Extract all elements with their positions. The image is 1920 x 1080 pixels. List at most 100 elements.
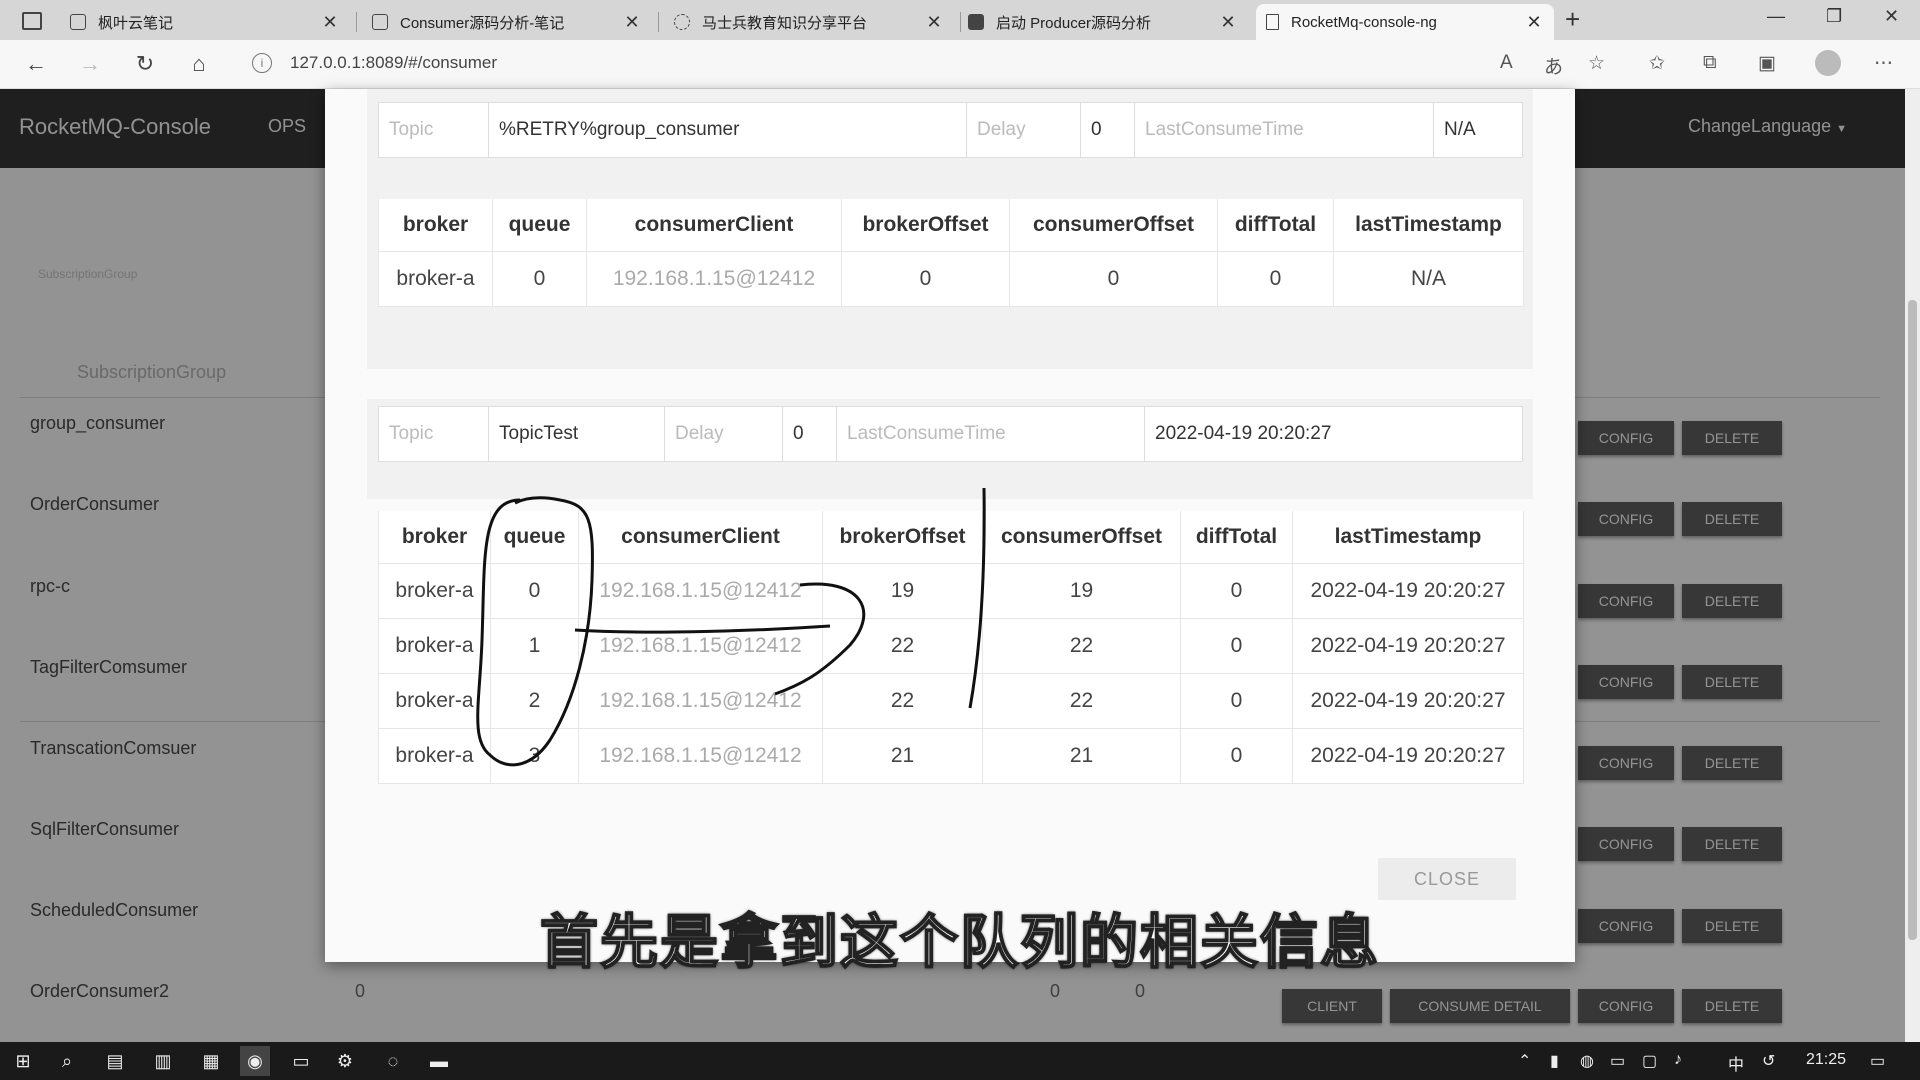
queue-cell: 0 [492,251,587,307]
search-icon[interactable]: ⌕ [52,1046,82,1076]
app-icon[interactable]: ◌ [378,1046,408,1076]
table-row: broker-a 2 192.168.1.15@12412 22 22 0 20… [378,673,1524,729]
tray-expand-icon[interactable]: ⌃ [1518,1051,1531,1071]
screenshot-icon[interactable]: ▣ [1758,52,1776,75]
broker-cell: broker-a [378,563,491,619]
tab-title: 马士兵教育知识分享平台 [702,14,868,32]
battery-icon[interactable]: ▭ [1610,1051,1625,1071]
consumer-offset-cell: 0 [1009,251,1218,307]
file-explorer-icon[interactable]: ▭ [286,1046,316,1076]
table-row: broker-a 1 192.168.1.15@12412 22 22 0 20… [378,618,1524,674]
favorites-icon[interactable]: ✩ [1649,52,1665,75]
col-consumer-client: consumerClient [586,199,842,252]
app-icon[interactable]: ▦ [196,1046,226,1076]
col-broker: broker [378,199,493,252]
consumer-offset-cell: 21 [982,728,1181,784]
network-icon[interactable]: ◍ [1580,1051,1594,1071]
tab-divider [658,12,659,32]
back-icon[interactable]: ← [20,48,52,80]
volume-icon[interactable]: ♪ [1674,1051,1682,1069]
col-consumer-offset: consumerOffset [1009,199,1218,252]
queue-cell: 3 [490,728,579,784]
sync-icon[interactable]: ↺ [1762,1051,1775,1071]
broker-offset-cell: 19 [822,563,983,619]
translate-icon[interactable]: あ [1544,52,1563,79]
diff-total-cell: 0 [1180,618,1293,674]
url-field[interactable]: 127.0.0.1:8089/#/consumer [290,53,497,73]
browser-tab-2[interactable]: Consumer源码分析-笔记 ✕ [362,4,652,40]
profile-avatar[interactable] [1815,50,1841,76]
delay-value: 0 [1081,103,1135,157]
app-icon[interactable]: ▥ [148,1046,178,1076]
close-tab-icon[interactable]: ✕ [320,12,340,33]
diff-total-cell: 0 [1180,728,1293,784]
consumer-offset-cell: 19 [982,563,1181,619]
broker-offset-cell: 22 [822,673,983,729]
col-queue: queue [490,511,579,564]
note-app-icon [70,14,86,30]
read-aloud-icon[interactable]: A [1500,52,1513,74]
last-timestamp-cell: 2022-04-19 20:20:27 [1292,618,1524,674]
new-tab-button[interactable]: + [1565,4,1580,35]
refresh-icon[interactable]: ↻ [129,48,161,80]
forward-icon[interactable]: → [74,48,106,80]
browser-tab-1[interactable]: 枫叶云笔记 ✕ [60,4,350,40]
close-tab-icon[interactable]: ✕ [924,12,944,33]
tab-title: 启动 Producer源码分析 [996,14,1152,32]
table-row: broker-a 0 192.168.1.15@12412 19 19 0 20… [378,563,1524,619]
tab-actions-icon[interactable] [22,12,42,30]
last-consume-time-value: 2022-04-19 20:20:27 [1155,423,1332,444]
restore-icon[interactable]: ❐ [1826,6,1842,27]
last-timestamp-cell: N/A [1333,251,1524,307]
table-header-row: broker queue consumerClient brokerOffset… [378,511,1524,564]
app-icon[interactable]: ▤ [100,1046,130,1076]
consumer-client-cell: 192.168.1.15@12412 [578,673,823,729]
last-timestamp-cell: 2022-04-19 20:20:27 [1292,728,1524,784]
diff-total-cell: 0 [1180,563,1293,619]
broker-cell: broker-a [378,673,491,729]
scrollbar-thumb[interactable] [1908,300,1917,940]
home-icon[interactable]: ⌂ [183,48,215,80]
queue-cell: 0 [490,563,579,619]
col-diff-total: diffTotal [1180,511,1293,564]
broker-offset-cell: 21 [822,728,983,784]
add-favorite-icon[interactable]: ☆ [1588,52,1605,75]
browser-tab-4[interactable]: 启动 Producer源码分析 ✕ [958,4,1248,40]
queue-table: broker queue consumerClient brokerOffset… [378,511,1524,784]
broker-offset-cell: 22 [822,618,983,674]
terminal-icon[interactable]: ▬ [424,1046,454,1076]
start-icon[interactable]: ⊞ [8,1046,38,1076]
more-icon[interactable]: ⋯ [1874,52,1893,75]
site-info-icon[interactable]: i [252,53,272,73]
ime-indicator[interactable]: 中 [1728,1051,1744,1075]
note-app-icon [372,14,388,30]
tab-title: RocketMq-console-ng [1291,13,1437,31]
close-tab-icon[interactable]: ✕ [622,12,642,33]
settings-icon[interactable]: ⚙ [330,1046,360,1076]
consumer-client-cell: 192.168.1.15@12412 [578,563,823,619]
microphone-icon[interactable]: ▮ [1550,1051,1559,1071]
col-broker: broker [378,511,491,564]
diff-total-cell: 0 [1217,251,1334,307]
diff-total-cell: 0 [1180,673,1293,729]
close-tab-icon[interactable]: ✕ [1524,12,1544,33]
last-consume-time-label: LastConsumeTime [837,407,1145,461]
browser-tab-strip: 枫叶云笔记 ✕ Consumer源码分析-笔记 ✕ 马士兵教育知识分享平台 ✕ … [0,0,1920,40]
col-consumer-offset: consumerOffset [982,511,1181,564]
collections-icon[interactable]: ⧉ [1703,52,1717,74]
page-icon [1266,14,1279,30]
col-queue: queue [492,199,587,252]
table-row: broker-a 3 192.168.1.15@12412 21 21 0 20… [378,728,1524,784]
taskbar-clock[interactable]: 21:25 [1806,1051,1846,1069]
close-tab-icon[interactable]: ✕ [1218,12,1238,33]
window-close-icon[interactable]: ✕ [1884,6,1899,27]
browser-tab-3[interactable]: 马士兵教育知识分享平台 ✕ [664,4,954,40]
browser-tab-active[interactable]: RocketMq-console-ng ✕ [1256,4,1554,40]
edge-browser-icon[interactable]: ◉ [240,1046,270,1076]
display-icon[interactable]: ▢ [1642,1051,1657,1071]
minimize-icon[interactable]: — [1767,6,1785,27]
video-subtitle: 首先是拿到这个队列的相关信息 [539,909,1380,976]
consumer-offset-cell: 22 [982,673,1181,729]
close-button[interactable]: CLOSE [1378,858,1516,900]
notifications-icon[interactable]: ▭ [1870,1051,1885,1071]
